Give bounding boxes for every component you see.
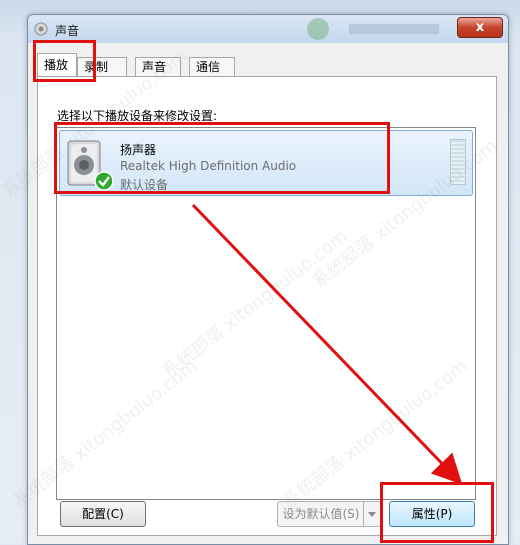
- title-bar[interactable]: 声音 x: [28, 15, 508, 43]
- tab-sounds[interactable]: 声音: [135, 57, 181, 76]
- dropdown-arrow-icon: [363, 502, 380, 526]
- device-description: Realtek High Definition Audio: [120, 159, 297, 173]
- volume-level-meter: [450, 139, 466, 185]
- tab-label: 通信: [196, 60, 221, 74]
- properties-button[interactable]: 属性(P): [389, 501, 475, 527]
- sound-dialog: 声音 x 播放 录制 声音 通信 选择以下播放设备来修改设置: 扬声器 Real…: [27, 14, 509, 545]
- instruction-text: 选择以下播放设备来修改设置:: [57, 109, 218, 123]
- green-check-icon: [94, 171, 114, 191]
- device-name: 扬声器: [120, 143, 157, 157]
- device-item-speaker[interactable]: 扬声器 Realtek High Definition Audio 默认设备: [59, 130, 473, 196]
- tab-recording[interactable]: 录制: [77, 57, 127, 76]
- speaker-title-icon: [34, 22, 48, 36]
- tab-playback[interactable]: 播放: [37, 53, 77, 77]
- playback-panel: 选择以下播放设备来修改设置: 扬声器 Realtek High Definiti…: [37, 76, 497, 536]
- tab-label: 播放: [44, 58, 69, 72]
- configure-button[interactable]: 配置(C): [60, 501, 146, 527]
- close-button[interactable]: x: [457, 17, 503, 38]
- device-list[interactable]: 扬声器 Realtek High Definition Audio 默认设备: [56, 127, 476, 500]
- background-blur-decoration: [307, 18, 439, 40]
- tab-label: 录制: [84, 60, 109, 74]
- set-default-button: 设为默认值(S): [277, 501, 381, 527]
- tab-label: 声音: [142, 60, 167, 74]
- window-title: 声音: [55, 24, 80, 38]
- device-status: 默认设备: [120, 178, 169, 192]
- set-default-label: 设为默认值(S): [282, 507, 360, 521]
- tab-communications[interactable]: 通信: [189, 57, 235, 76]
